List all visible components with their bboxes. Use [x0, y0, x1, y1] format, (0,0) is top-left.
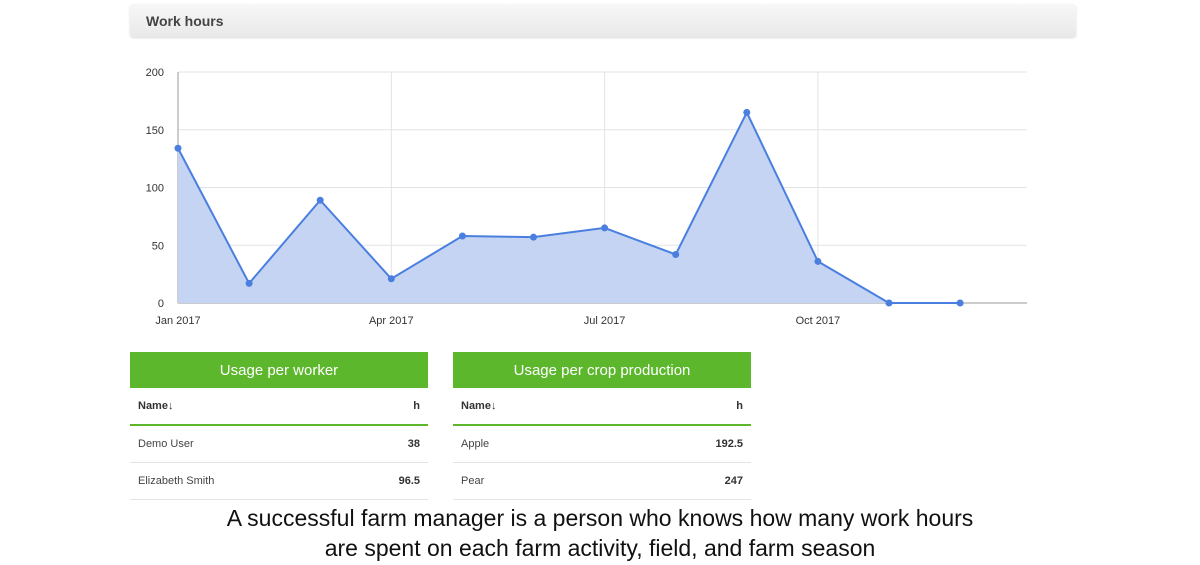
work-hours-chart: 200 150 100 50 0 Jan 2017 Apr 2017 Jul 2017 Oct…: [146, 67, 1027, 327]
data-point[interactable]: [601, 224, 609, 232]
data-point[interactable]: [316, 196, 324, 204]
chart-area-fill: [178, 112, 961, 303]
row-name: Demo User: [138, 438, 194, 450]
row-name: Elizabeth Smith: [138, 475, 215, 487]
data-point[interactable]: [743, 108, 751, 116]
column-hours[interactable]: h: [413, 400, 420, 412]
table-row[interactable]: Pear 247: [453, 463, 751, 500]
column-name-sort[interactable]: Name↓: [461, 400, 496, 412]
y-tick-label: 50: [152, 240, 164, 252]
table-row[interactable]: Demo User 38: [130, 426, 428, 463]
data-point[interactable]: [245, 279, 253, 287]
usage-per-worker-table: Usage per worker Name↓ h Demo User 38 El…: [130, 352, 428, 500]
caption-line-1: A successful farm manager is a person wh…: [226, 505, 974, 531]
row-name: Pear: [461, 475, 485, 487]
y-tick-label: 100: [146, 183, 164, 195]
y-tick-label: 200: [146, 67, 164, 79]
column-name-sort[interactable]: Name↓: [138, 400, 173, 412]
usage-per-crop-table: Usage per crop production Name↓ h Apple …: [453, 352, 751, 500]
table-row[interactable]: Apple 192.5: [453, 426, 751, 463]
data-point[interactable]: [814, 257, 822, 265]
x-tick-label: Jul 2017: [584, 315, 626, 327]
y-tick-label: 150: [146, 125, 164, 137]
y-tick-label: 0: [158, 298, 164, 310]
row-value: 247: [724, 475, 743, 487]
x-tick-label: Jan 2017: [155, 315, 200, 327]
table-column-headers: Name↓ h: [453, 388, 751, 426]
caption-line-2: are spent on each farm activity, field, …: [324, 535, 876, 561]
row-value: 38: [407, 438, 420, 450]
table-column-headers: Name↓ h: [130, 388, 428, 426]
row-value: 192.5: [715, 438, 743, 450]
data-point[interactable]: [387, 275, 395, 283]
data-point[interactable]: [530, 233, 537, 241]
x-tick-label: Oct 2017: [796, 315, 841, 327]
row-value: 96.5: [398, 475, 420, 487]
data-point[interactable]: [885, 299, 893, 307]
data-point[interactable]: [174, 144, 182, 152]
data-point[interactable]: [672, 250, 680, 258]
x-axis-labels: Jan 2017 Apr 2017 Jul 2017 Oct 2017: [155, 315, 840, 327]
data-point[interactable]: [956, 299, 964, 307]
table-row[interactable]: Elizabeth Smith 96.5: [130, 463, 428, 500]
row-name: Apple: [461, 438, 490, 450]
table-header: Usage per worker: [130, 352, 428, 388]
data-point[interactable]: [458, 232, 466, 240]
table-header: Usage per crop production: [453, 352, 751, 388]
y-axis-labels: 200 150 100 50 0: [146, 67, 164, 310]
x-tick-label: Apr 2017: [369, 315, 414, 327]
column-hours[interactable]: h: [736, 400, 743, 412]
